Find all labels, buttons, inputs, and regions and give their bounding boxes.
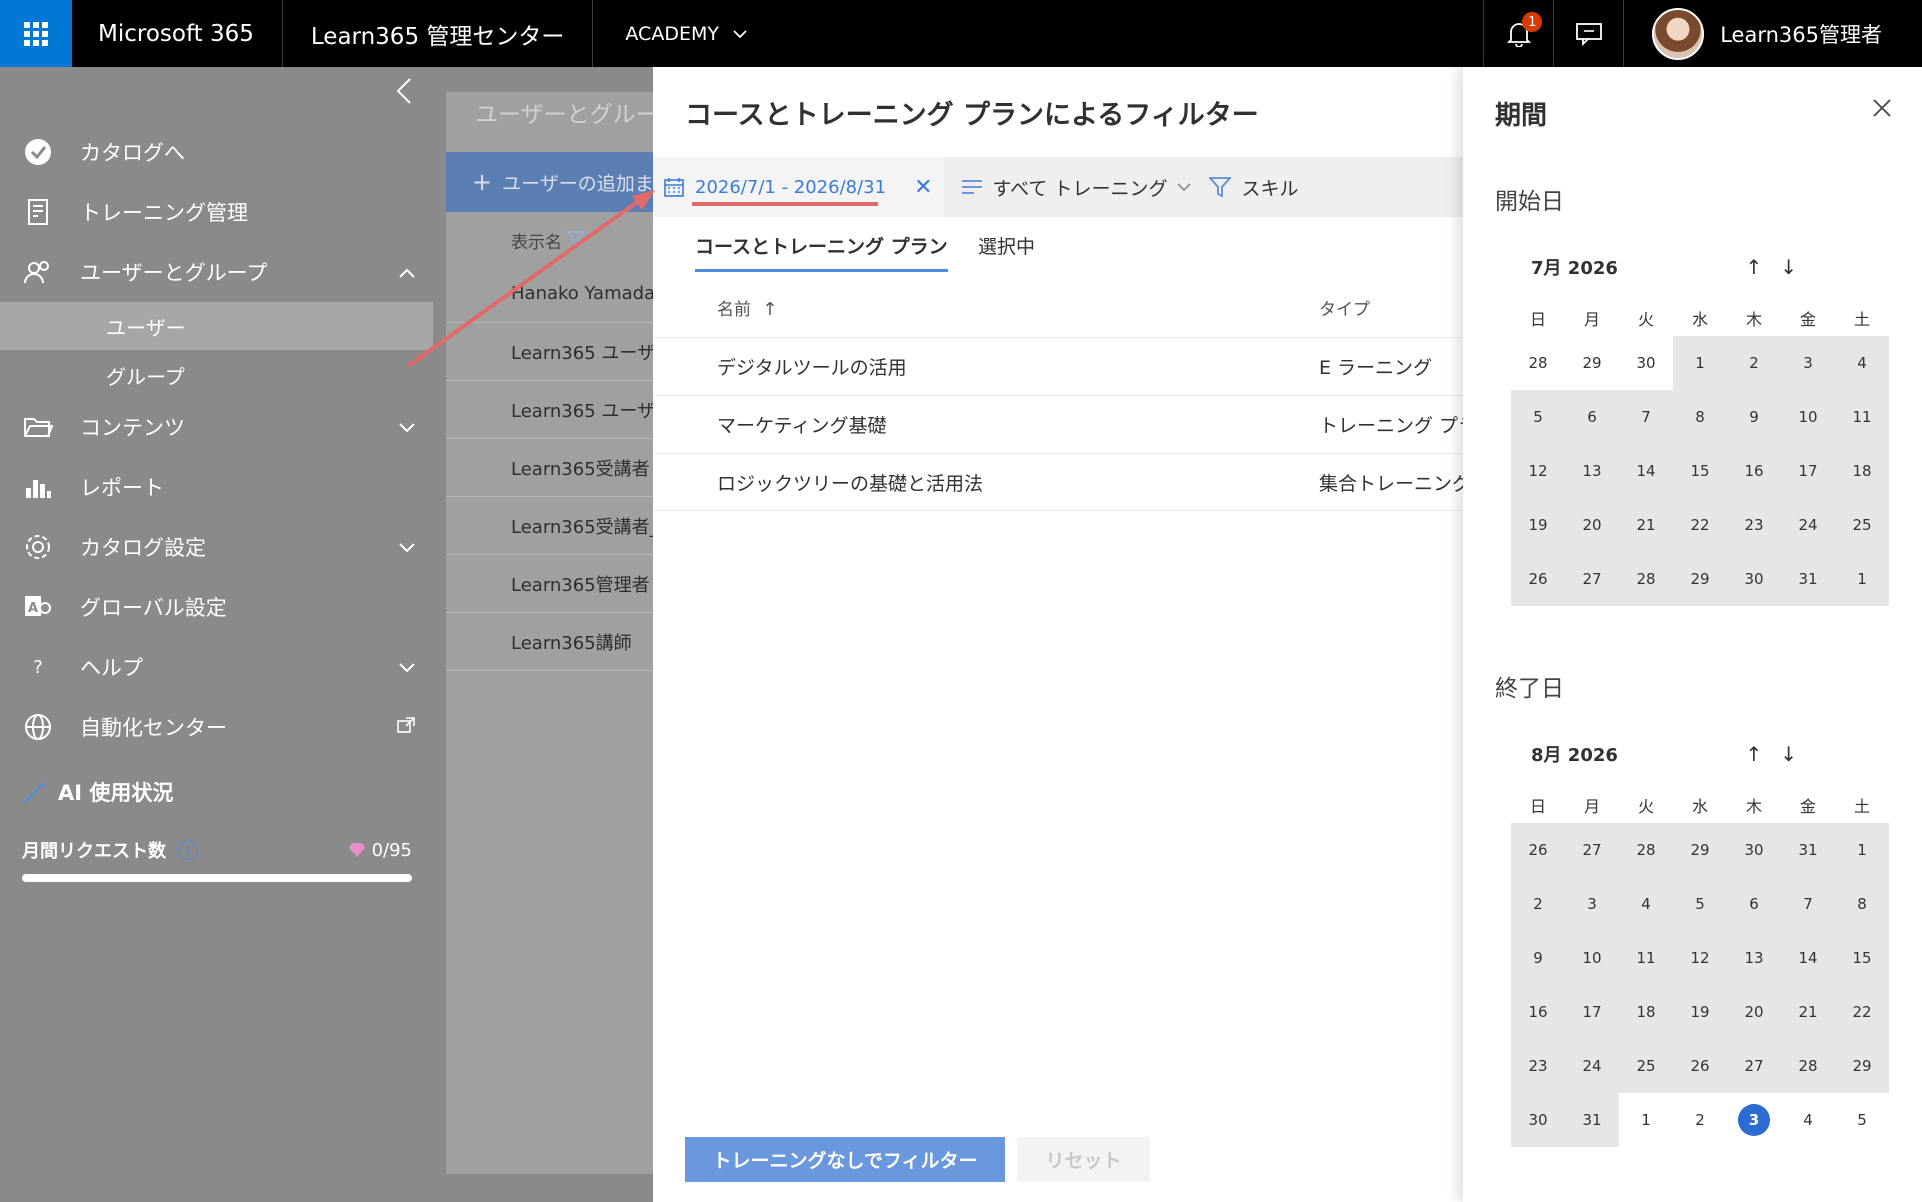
- annotation-arrowhead: [632, 190, 655, 210]
- annotation-overlay: [406, 190, 878, 368]
- annotation-arrow-line: [406, 198, 642, 368]
